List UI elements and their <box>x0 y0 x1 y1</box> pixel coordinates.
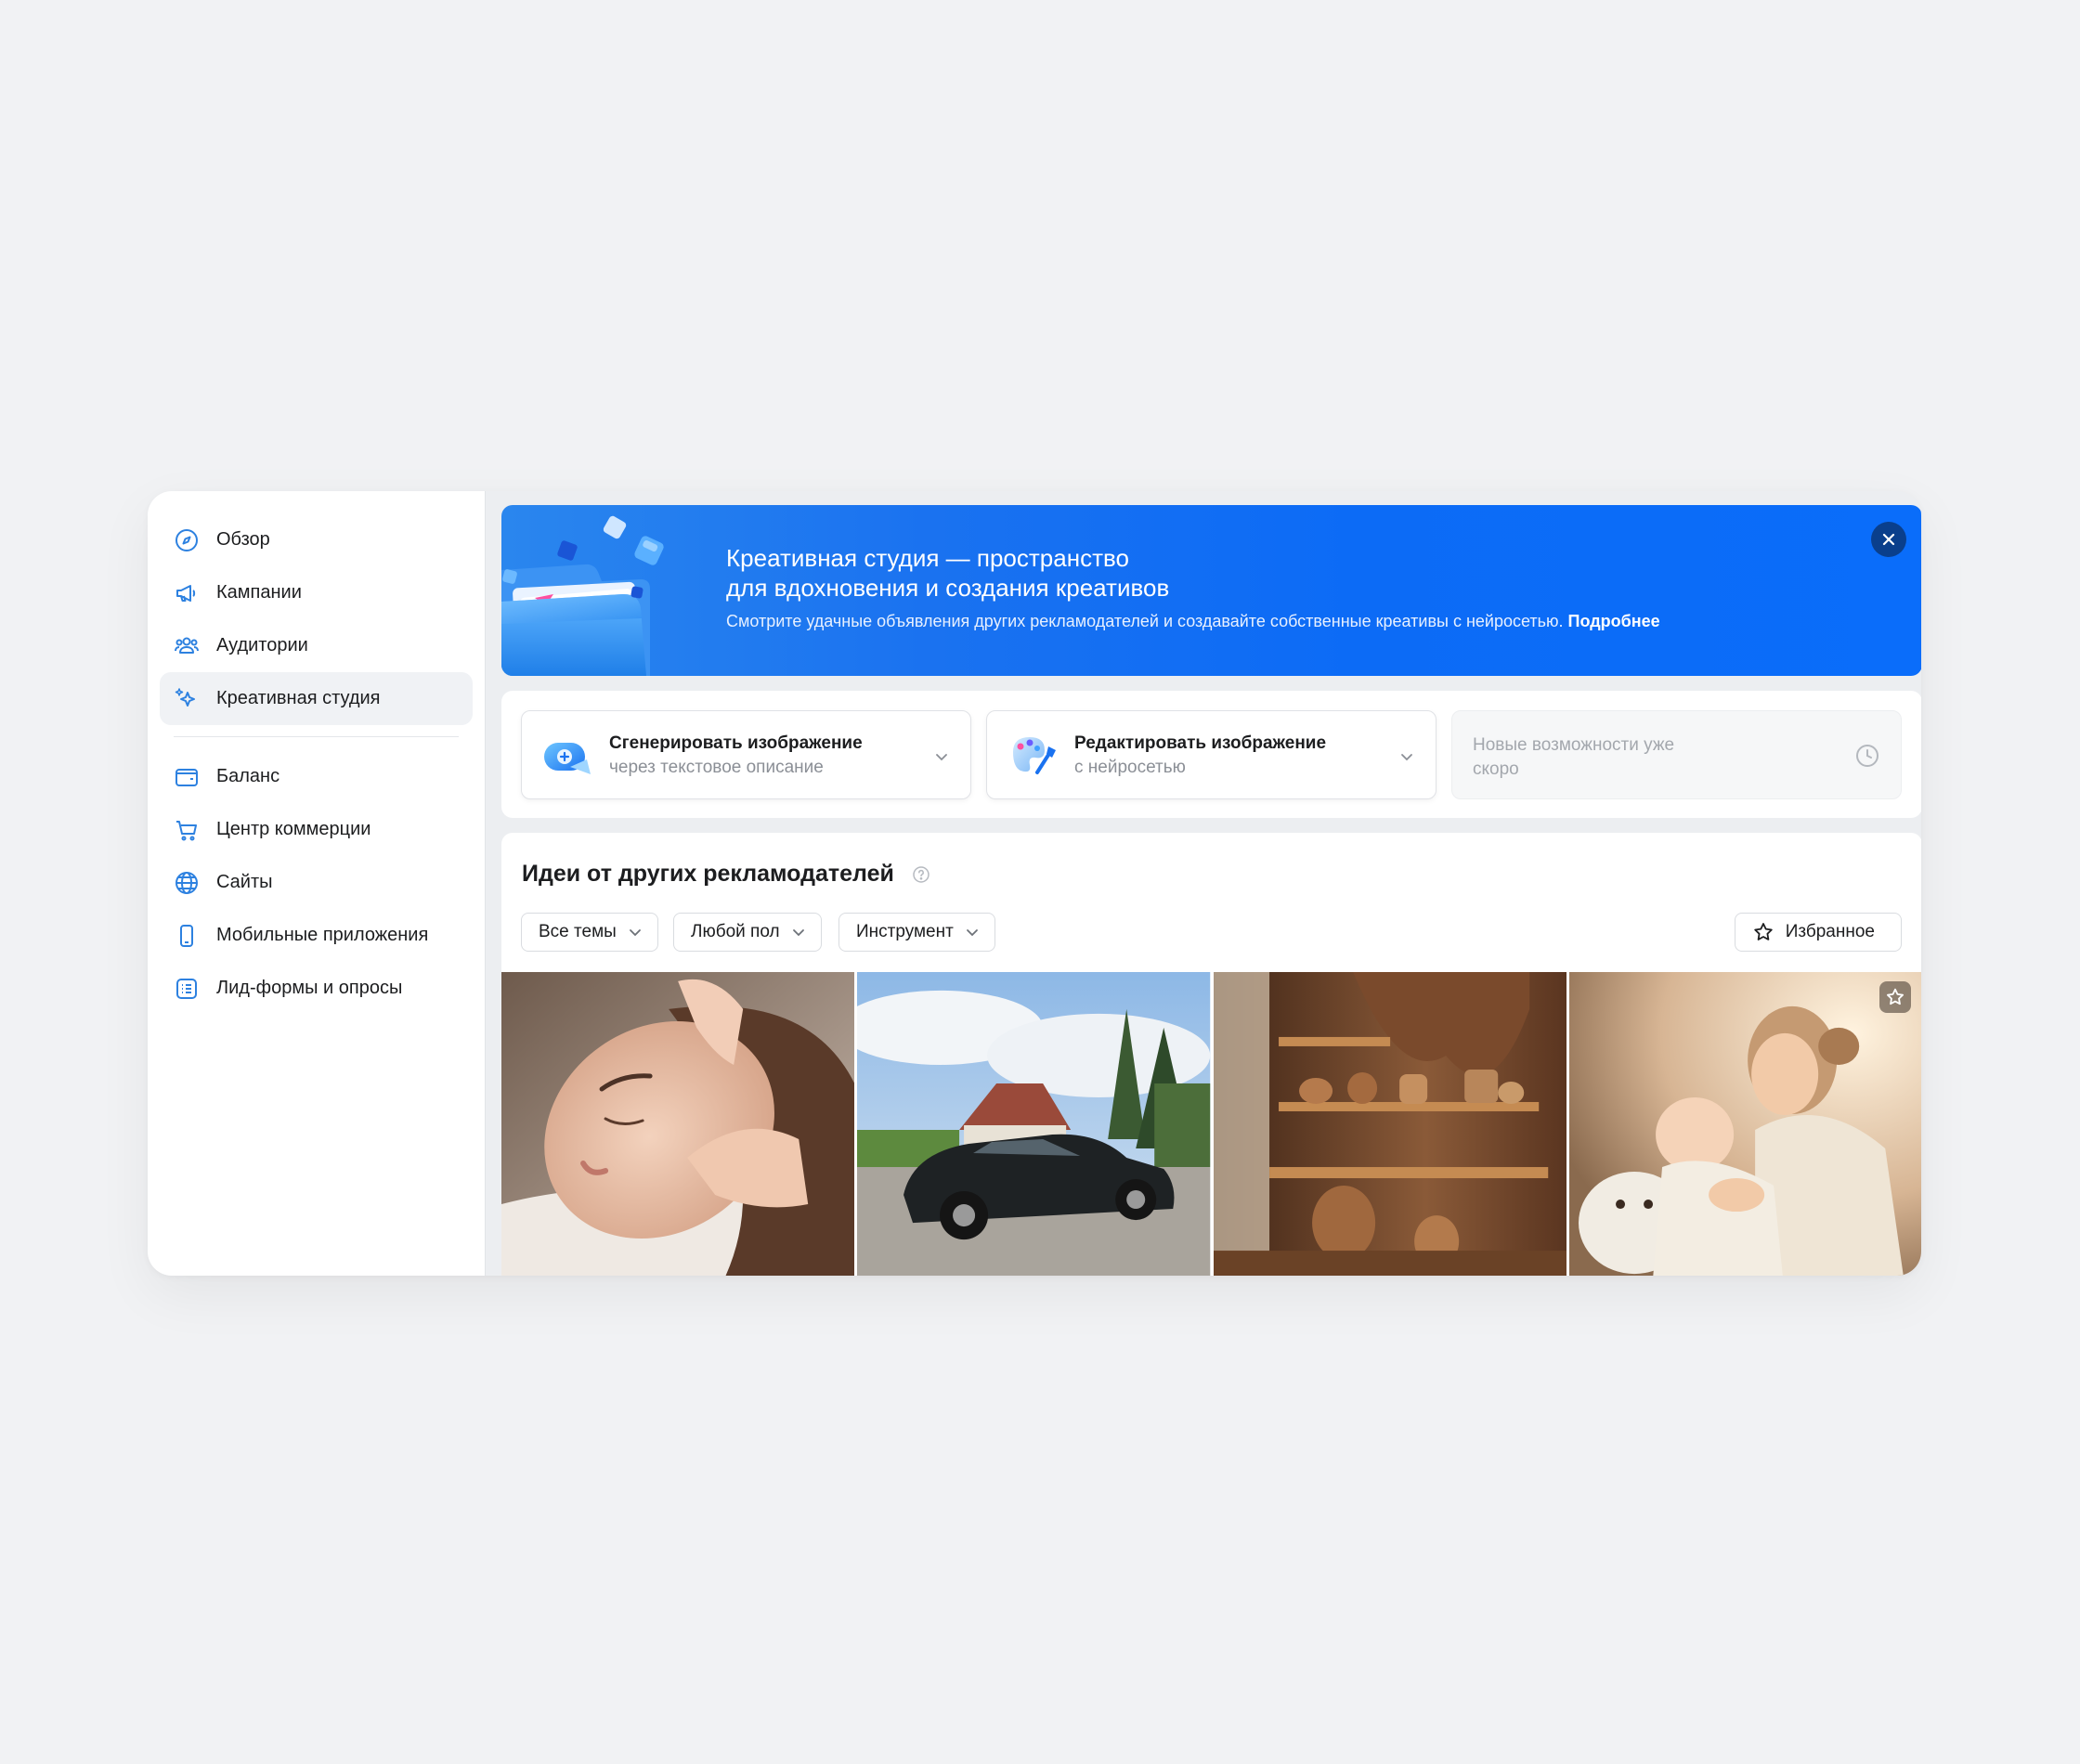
filter-tool[interactable]: Инструмент <box>838 913 995 952</box>
app-window: Обзор Кампании Аудитории Креативная студ… <box>148 491 1921 1276</box>
edit-image-card[interactable]: Редактировать изображение с нейросетью <box>986 710 1436 799</box>
filter-gender[interactable]: Любой пол <box>673 913 822 952</box>
banner-more-link[interactable]: Подробнее <box>1568 612 1660 630</box>
sidebar-item-label: Центр коммерции <box>216 819 371 839</box>
banner-description: Смотрите удачные объявления других рекла… <box>726 612 1660 630</box>
cart-icon <box>174 817 200 843</box>
chevron-down-icon <box>629 929 641 937</box>
filter-label: Инструмент <box>856 922 954 941</box>
tool-title: Сгенерировать изображение <box>609 733 863 753</box>
filter-label: Любой пол <box>691 922 780 941</box>
edit-image-icon <box>1013 737 1056 774</box>
mother-and-baby-image[interactable] <box>1568 972 1921 1276</box>
sidebar: Обзор Кампании Аудитории Креативная студ… <box>148 491 486 1276</box>
sidebar-item-label: Кампании <box>216 582 302 603</box>
chevron-down-icon <box>966 929 978 937</box>
coming-soon-card: Новые возможности уже скоро <box>1451 710 1902 799</box>
tool-subtitle: с нейросетью <box>1074 758 1186 777</box>
tool-title: Редактировать изображение <box>1074 733 1327 753</box>
sidebar-item-mobile-apps[interactable]: Мобильные приложения <box>160 909 473 962</box>
sidebar-item-lead-forms[interactable]: Лид-формы и опросы <box>160 962 473 1015</box>
generate-image-card[interactable]: Сгенерировать изображение через текстово… <box>521 710 971 799</box>
main-content: Креативная студия — пространство для вдо… <box>501 505 1921 1276</box>
users-icon <box>174 633 200 659</box>
favorites-button[interactable]: Избранное <box>1734 913 1902 952</box>
tool-subtitle: через текстовое описание <box>609 758 824 777</box>
ideas-section: Идеи от других рекламодателей Все темы Л… <box>501 833 1921 1276</box>
filter-label: Все темы <box>539 922 617 941</box>
banner-title: Креативная студия — пространство для вдо… <box>726 544 1170 602</box>
sidebar-item-label: Баланс <box>216 766 280 786</box>
sidebar-item-label: Обзор <box>216 529 270 550</box>
sidebar-item-label: Аудитории <box>216 635 308 655</box>
megaphone-icon <box>174 580 200 606</box>
close-button[interactable] <box>1871 522 1906 557</box>
filter-topics[interactable]: Все темы <box>521 913 658 952</box>
sidebar-item-label: Мобильные приложения <box>216 925 429 945</box>
compass-icon <box>174 527 200 553</box>
folder-illustration <box>501 515 664 676</box>
sidebar-item-campaigns[interactable]: Кампании <box>160 566 473 619</box>
facial-massage-image[interactable] <box>501 972 855 1276</box>
pottery-shelves-image[interactable] <box>1213 972 1566 1276</box>
help-icon[interactable] <box>912 865 930 884</box>
ideas-gallery <box>501 972 1921 1276</box>
tools-panel: Сгенерировать изображение через текстово… <box>501 691 1921 818</box>
globe-icon <box>174 870 200 896</box>
sparkles-icon <box>174 686 200 712</box>
chevron-down-icon <box>792 929 804 937</box>
promo-banner: Креативная студия — пространство для вдо… <box>501 505 1921 676</box>
add-to-favorites-button[interactable] <box>1879 981 1911 1013</box>
chevron-down-icon <box>1401 754 1412 761</box>
section-title: Идеи от других рекламодателей <box>522 861 894 887</box>
sidebar-item-audiences[interactable]: Аудитории <box>160 619 473 672</box>
sidebar-item-balance[interactable]: Баланс <box>160 750 473 803</box>
generate-image-icon <box>544 743 591 774</box>
smartphone-icon <box>174 923 200 949</box>
close-icon <box>1882 533 1895 546</box>
sidebar-item-creative-studio[interactable]: Креативная студия <box>160 672 473 725</box>
coming-soon-text: Новые возможности уже скоро <box>1473 735 1675 779</box>
sidebar-item-sites[interactable]: Сайты <box>160 856 473 909</box>
wallet-icon <box>174 764 200 790</box>
sidebar-item-label: Лид-формы и опросы <box>216 978 403 998</box>
star-icon <box>1754 923 1773 940</box>
sidebar-item-overview[interactable]: Обзор <box>160 513 473 566</box>
sidebar-item-label: Креативная студия <box>216 688 381 708</box>
star-icon <box>1887 988 1904 1005</box>
black-suv-image[interactable] <box>857 972 1211 1276</box>
list-form-icon <box>174 976 200 1002</box>
clock-icon <box>1856 745 1878 767</box>
favorites-label: Избранное <box>1785 922 1875 941</box>
sidebar-item-label: Сайты <box>216 872 273 892</box>
sidebar-item-commerce[interactable]: Центр коммерции <box>160 803 473 856</box>
sidebar-divider <box>174 736 459 737</box>
chevron-down-icon <box>936 754 947 761</box>
